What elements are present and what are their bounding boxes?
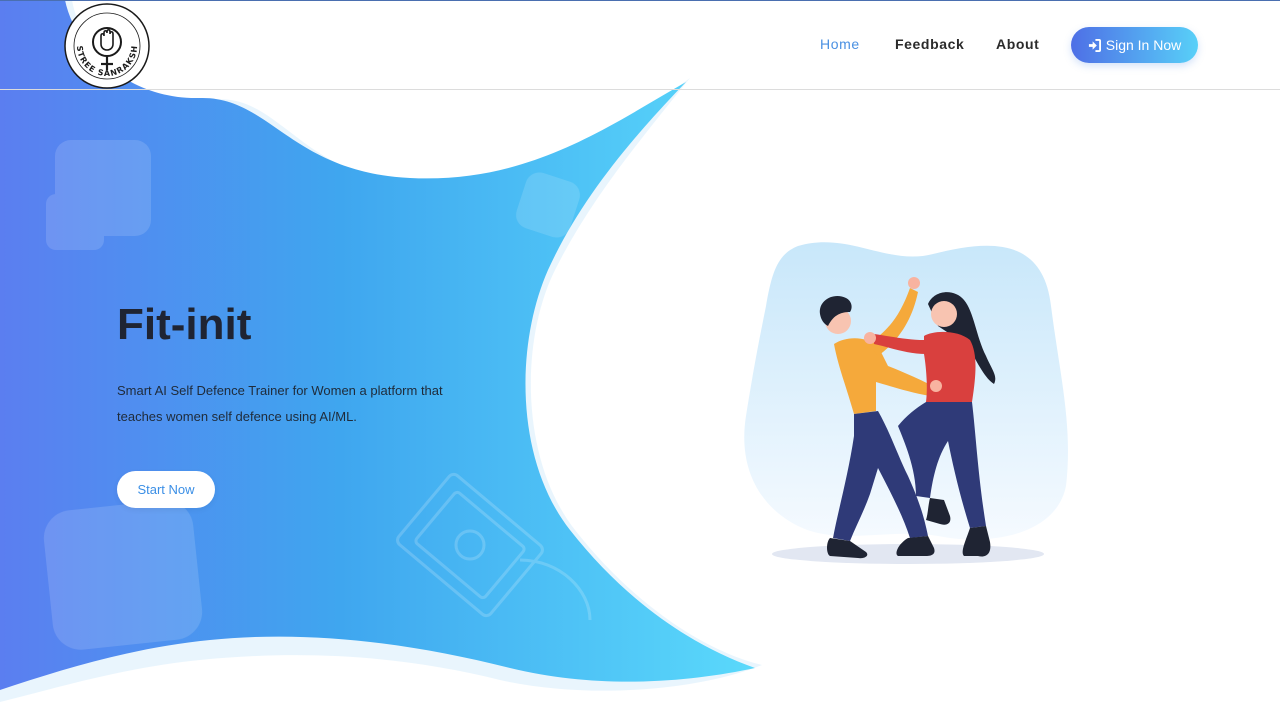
hero-background-shape [0,0,762,702]
nav-link-feedback[interactable]: Feedback [895,36,964,52]
sign-in-label: Sign In Now [1105,37,1182,53]
hero-description: Smart AI Self Defence Trainer for Women … [117,383,443,424]
hero-title: Fit-init [117,300,252,349]
nav-link-home[interactable]: Home [820,36,860,52]
top-border-line [0,0,1280,1]
nav-link-about[interactable]: About [996,36,1039,52]
stree-sanrakshan-logo[interactable]: STREE SANRAKSHAN [63,2,151,90]
start-now-button[interactable]: Start Now [117,471,215,508]
sign-in-icon [1088,38,1101,52]
self-defence-illustration [744,242,1068,564]
sign-in-button[interactable]: Sign In Now [1071,27,1198,63]
navbar: STREE SANRAKSHAN Home Feedback About Sig… [0,0,1280,90]
